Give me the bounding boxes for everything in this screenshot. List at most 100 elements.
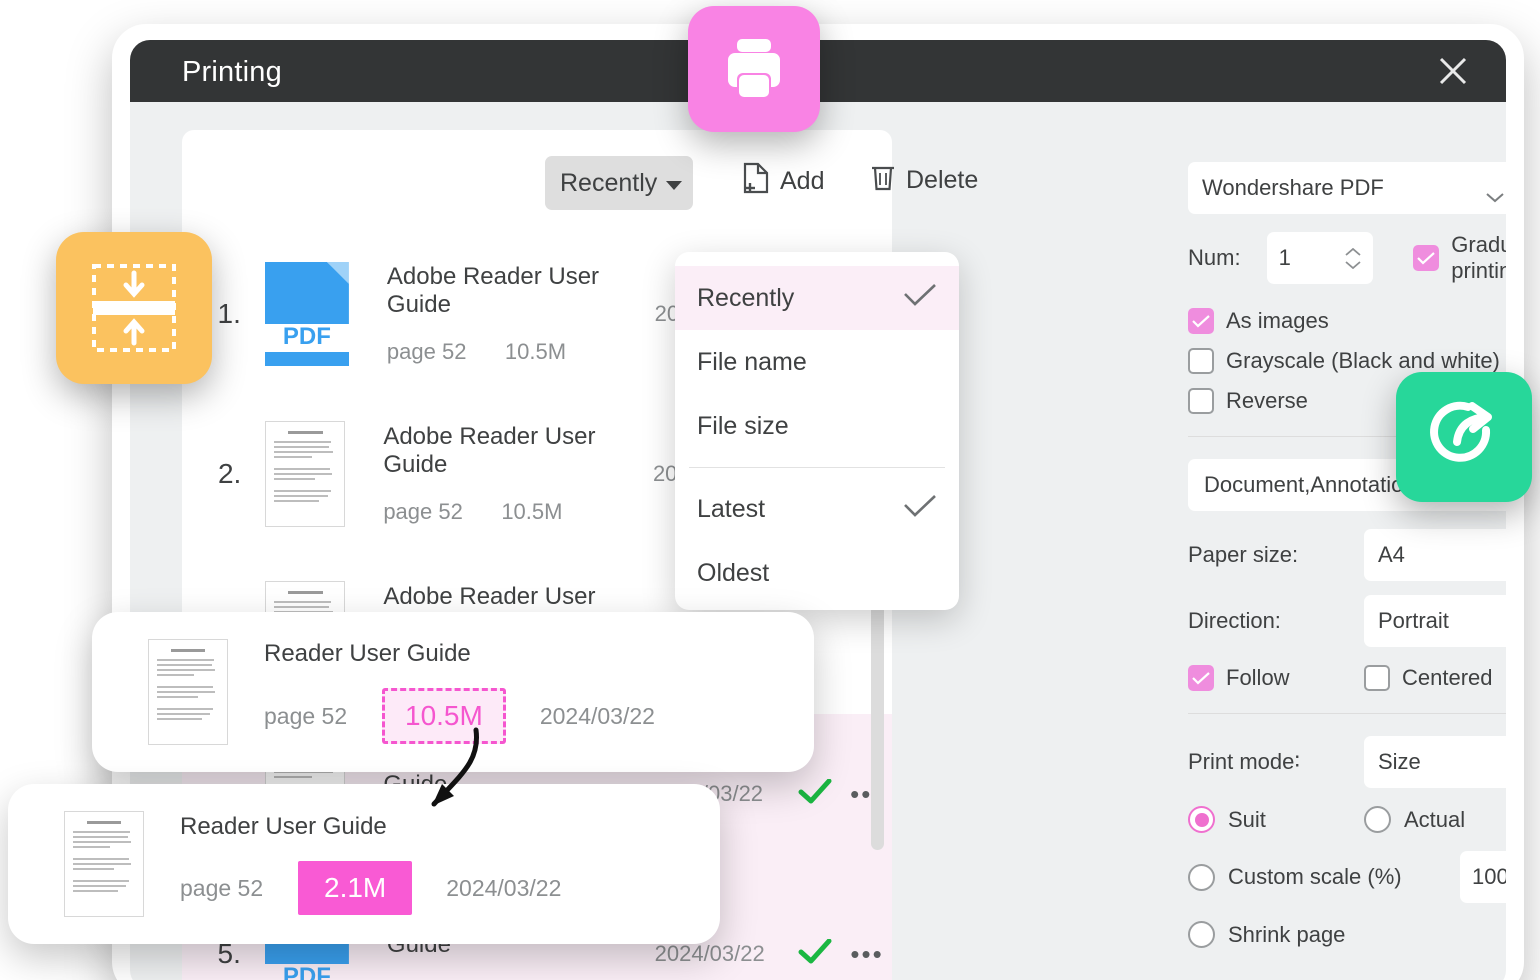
row-check-icon[interactable] (788, 778, 842, 810)
custom-scale-radio[interactable]: Custom scale (%) (1188, 863, 1460, 891)
row-index: 2. (217, 458, 242, 489)
suit-actual-row: Suit Actual (1188, 806, 1506, 833)
row-size: 10.5M (501, 499, 563, 524)
callout-pages: page 52 (180, 874, 264, 901)
document-thumbnail (148, 639, 228, 745)
custom-scale-value: 100 (1472, 864, 1506, 889)
radio-circle (1188, 806, 1215, 833)
callout-card-compressed-size: Reader User Guide page 52 2.1M 2024/03/2… (8, 784, 720, 944)
sort-dropdown-menu: Recently File name File size Latest Oldest (675, 252, 959, 610)
callout-date: 2024/03/22 (539, 702, 655, 729)
callout-pages: page 52 (264, 702, 348, 729)
menu-item-label: Recently (697, 283, 795, 312)
menu-item-latest[interactable]: Latest (675, 477, 959, 541)
custom-scale-stepper[interactable]: 100 (1460, 851, 1506, 903)
add-button[interactable]: Add (742, 162, 824, 201)
row-check-icon[interactable] (788, 938, 842, 970)
custom-scale-label: Custom scale (%) (1228, 864, 1402, 889)
num-stepper[interactable]: 1 (1266, 232, 1374, 284)
grayscale-checkbox[interactable]: Grayscale (Black and white) (1188, 348, 1506, 374)
sort-dropdown-label: Recently (560, 168, 658, 197)
delete-button-label: Delete (906, 166, 979, 194)
actual-label: Actual (1404, 806, 1466, 832)
reverse-label: Reverse (1226, 388, 1308, 413)
gradual-printing-checkbox[interactable]: Gradual printing (1413, 232, 1506, 284)
row-more-options-icon[interactable]: ••• (842, 939, 892, 970)
direction-select[interactable]: Portrait (1364, 595, 1506, 647)
print-mode-value: Size (1378, 749, 1421, 774)
suit-label: Suit (1228, 806, 1266, 832)
print-icon[interactable] (688, 6, 820, 132)
radio-circle (1364, 806, 1391, 833)
as-images-label: As images (1226, 308, 1329, 333)
row-file-name: Adobe Reader User Guide (383, 423, 596, 478)
row-more-options-icon[interactable]: ••• (842, 779, 892, 810)
custom-scale-row: Custom scale (%) 100 (1188, 851, 1506, 903)
row-date: 2024/03/22 (654, 941, 765, 966)
menu-item-oldest[interactable]: Oldest (675, 541, 959, 605)
as-images-checkbox[interactable]: As images (1188, 308, 1506, 334)
menu-item-label: File name (697, 347, 807, 376)
add-button-label: Add (780, 167, 825, 195)
checkbox-box (1413, 245, 1440, 271)
share-icon[interactable] (1396, 372, 1532, 502)
menu-item-label: Latest (697, 494, 766, 523)
pdf-file-icon: PDF (264, 262, 349, 366)
row-sub: page 52 10.5M (383, 499, 653, 525)
paper-size-select[interactable]: A4 (1364, 529, 1506, 581)
radio-circle (1188, 921, 1215, 948)
close-icon[interactable] (1436, 54, 1470, 88)
shrink-page-label: Shrink page (1228, 921, 1346, 947)
callout-sub: page 52 2.1M 2024/03/22 (180, 861, 561, 915)
check-icon (903, 283, 937, 314)
grayscale-label: Grayscale (Black and white) (1226, 348, 1500, 373)
checkbox-box (1188, 665, 1214, 691)
checkbox-box (1364, 665, 1390, 691)
page-title: Printing (182, 56, 282, 88)
row-meta: Adobe Reader User Guide page 52 10.5M (383, 423, 653, 525)
print-mode-row: Print mode∶ Size (1188, 736, 1506, 788)
print-mode-select[interactable]: Size (1364, 736, 1506, 788)
centered-label: Centered (1402, 665, 1493, 690)
print-settings-panel: Wondershare PDF Num: 1 Grad printin As i… (1188, 162, 1506, 948)
sort-dropdown-button[interactable]: Recently (545, 156, 693, 210)
follow-checkbox[interactable]: Follow (1188, 665, 1364, 691)
shrink-page-radio[interactable]: Shrink page (1188, 921, 1506, 948)
chevron-down-icon (666, 180, 683, 190)
num-stepper-arrows[interactable] (1345, 247, 1361, 269)
suit-radio[interactable]: Suit (1188, 806, 1364, 833)
num-row: Num: 1 Gradual printing (1188, 232, 1506, 284)
row-size: 10.5M (504, 339, 567, 364)
centered-checkbox[interactable]: Centered (1364, 665, 1493, 691)
chevron-down-icon (1486, 183, 1504, 203)
radio-circle (1188, 863, 1215, 891)
num-stepper-value: 1 (1278, 245, 1291, 270)
actual-radio[interactable]: Actual (1364, 806, 1465, 833)
compress-icon[interactable] (56, 232, 212, 384)
paper-size-row: Paper size: A4 (1188, 529, 1506, 581)
menu-item-recently[interactable]: Recently (675, 266, 959, 330)
document-thumbnail (64, 811, 144, 917)
menu-item-label: Oldest (697, 558, 770, 587)
divider (1188, 713, 1506, 714)
follow-centered-row: Follow Centered (1188, 665, 1506, 691)
gradual-printing-label: Gradual printing (1451, 232, 1506, 283)
direction-row: Direction: Portrait (1188, 595, 1506, 647)
document-thumbnail (265, 421, 346, 527)
trash-icon (870, 162, 896, 199)
delete-button[interactable]: Delete (870, 162, 978, 199)
row-meta: Adobe Reader User Guide page 52 10.5M (387, 263, 655, 365)
menu-item-file-name[interactable]: File name (675, 330, 959, 394)
callout-file-name: Reader User Guide (264, 640, 471, 667)
menu-item-file-size[interactable]: File size (675, 394, 959, 458)
checkbox-box (1188, 308, 1214, 334)
printer-select[interactable]: Wondershare PDF (1188, 162, 1506, 214)
printer-select-value: Wondershare PDF (1202, 175, 1384, 200)
list-toolbar: Recently Add Delete (182, 130, 978, 234)
row-sub: page 52 10.5M (387, 339, 655, 365)
printer-row: Wondershare PDF (1188, 162, 1506, 214)
paper-size-value: A4 (1378, 542, 1405, 567)
add-document-icon (742, 162, 770, 201)
menu-divider (689, 467, 945, 468)
follow-label: Follow (1226, 665, 1290, 690)
